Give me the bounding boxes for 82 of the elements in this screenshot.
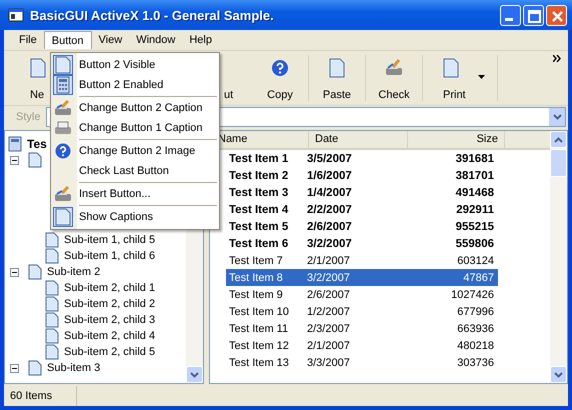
style-label: Style	[16, 111, 40, 123]
page-icon	[443, 58, 459, 78]
list-row[interactable]: Test Item 11 2/3/2007 663936	[226, 320, 498, 337]
printer-icon	[54, 186, 72, 202]
page-icon	[28, 360, 42, 376]
page-icon	[30, 58, 46, 78]
maximize-button[interactable]	[523, 4, 544, 26]
toolbar-button[interactable]: Copy	[258, 51, 302, 105]
minimize-button[interactable]	[500, 4, 521, 26]
page-icon	[45, 296, 59, 312]
column-header[interactable]: Date	[309, 131, 408, 148]
scroll-down-button[interactable]	[550, 366, 567, 383]
printer-icon	[54, 120, 72, 136]
page-icon	[45, 248, 59, 264]
menu-bar-item[interactable]: File	[12, 31, 44, 49]
window-title: BasicGUI ActiveX 1.0 - General Sample.	[30, 8, 275, 22]
list-row[interactable]: Test Item 2 1/6/2007 381701	[226, 167, 498, 184]
minimize-icon	[505, 18, 513, 20]
menu-item[interactable]: Insert Button...	[51, 184, 219, 204]
toolbar-button[interactable]: Paste	[315, 51, 359, 105]
tree-item[interactable]: Sub-item 1, child 6	[62, 250, 158, 262]
app-icon	[8, 8, 24, 22]
page-icon	[28, 152, 42, 168]
list-row[interactable]: Test Item 13 3/3/2007 303736	[226, 354, 498, 371]
page-icon	[45, 312, 59, 328]
column-header[interactable]: Size	[408, 131, 505, 148]
page-icon	[329, 58, 345, 78]
menu-bar-item[interactable]: Button	[44, 31, 92, 49]
tree-item[interactable]: Sub-item 2, child 3	[62, 314, 158, 326]
menu-item[interactable]: Change Button 2 Caption	[51, 98, 219, 118]
menu-item[interactable]: Button 2 Visible	[51, 55, 219, 75]
tree-item[interactable]: Sub-item 2, child 1	[62, 282, 158, 294]
list-row[interactable]: Test Item 6 3/2/2007 559806	[226, 235, 498, 252]
list-row[interactable]: Test Item 5 2/6/2007 955215	[226, 218, 498, 235]
scroll-down-button[interactable]	[186, 366, 203, 383]
page-icon	[45, 232, 59, 248]
toolbar-button[interactable]: Print	[429, 51, 491, 105]
page-icon	[45, 280, 59, 296]
close-button[interactable]	[546, 4, 567, 26]
page-icon	[55, 208, 71, 226]
menu-item[interactable]: Check Last Button	[51, 161, 219, 181]
list-row[interactable]: Test Item 4 2/2/2007 292911	[226, 201, 498, 218]
toolbar-button[interactable]: Ne	[16, 51, 50, 105]
tree-item[interactable]: Sub-item 2, child 4	[62, 330, 158, 342]
printer-icon	[384, 59, 404, 77]
tree-item[interactable]: Sub-item 2	[45, 266, 102, 278]
calculator-icon	[8, 136, 22, 152]
page-icon	[45, 328, 59, 344]
collapse-toggle[interactable]	[10, 364, 19, 372]
menu-bar-item[interactable]: View	[92, 31, 130, 49]
list-row[interactable]: Test Item 8 3/2/2007 47867	[226, 269, 498, 286]
help-icon	[271, 59, 289, 77]
toolbar-button[interactable]: Check	[372, 51, 416, 105]
list-row[interactable]: Test Item 1 3/5/2007 391681	[226, 150, 498, 167]
calculator-icon	[56, 76, 70, 94]
list-row[interactable]: Test Item 10 1/2/2007 677996	[226, 303, 498, 320]
menu-bar-item[interactable]: Help	[182, 31, 219, 49]
page-icon	[55, 56, 71, 74]
status-text: 60 Items	[4, 386, 77, 406]
scroll-up-button[interactable]	[550, 131, 567, 148]
page-icon	[45, 344, 59, 360]
page-icon	[28, 264, 42, 280]
help-icon	[55, 143, 71, 159]
tree-item[interactable]: Sub-item 3	[45, 362, 102, 374]
menu-bar-item[interactable]: Window	[129, 31, 182, 49]
collapse-toggle[interactable]	[10, 156, 19, 164]
scroll-thumb[interactable]	[550, 149, 567, 177]
tree-item[interactable]: Sub-item 1, child 5	[62, 234, 158, 246]
collapse-toggle[interactable]	[10, 268, 19, 276]
printer-icon	[54, 100, 72, 116]
list-row[interactable]: Test Item 7 2/1/2007 603124	[226, 252, 498, 269]
tree-item[interactable]: Sub-item 2, child 5	[62, 346, 158, 358]
menu-item[interactable]: Button 2 Enabled	[51, 75, 219, 95]
chevron-icon[interactable]	[553, 55, 562, 62]
list-row[interactable]: Test Item 3 1/4/2007 491468	[226, 184, 498, 201]
dropdown-arrow-icon	[478, 75, 485, 79]
menu-item[interactable]: Show Captions	[51, 207, 219, 227]
tree-item[interactable]: Tes	[25, 137, 49, 151]
toolbar-button[interactable]: ut	[224, 51, 258, 105]
list-row[interactable]: Test Item 12 2/1/2007 480218	[226, 337, 498, 354]
list-row[interactable]: Test Item 9 2/6/2007 1027426	[226, 286, 498, 303]
tree-item[interactable]: Sub-item 2, child 2	[62, 298, 158, 310]
